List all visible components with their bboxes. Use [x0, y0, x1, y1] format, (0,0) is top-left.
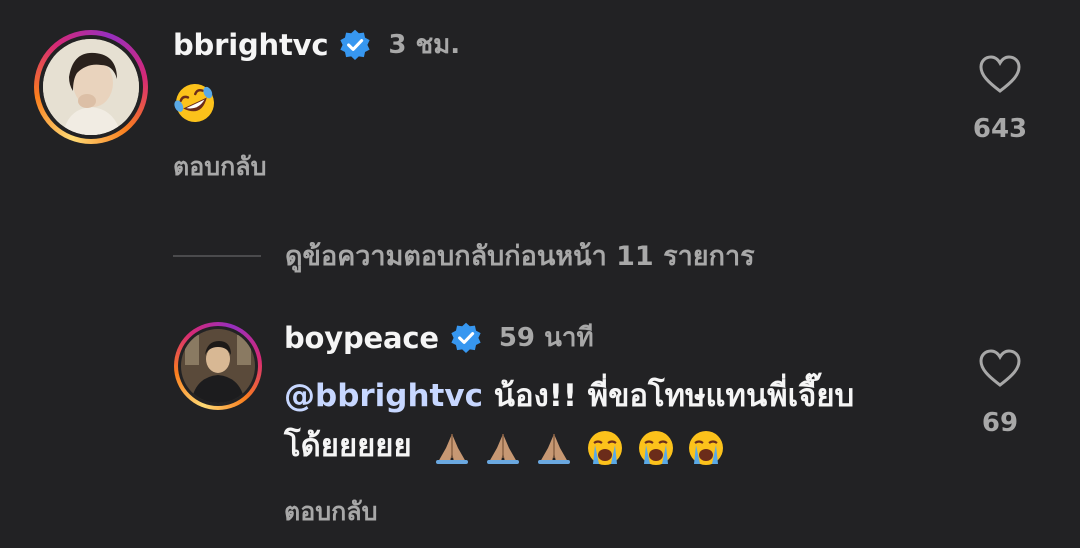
comment-line-2-text: โด้ยยยยย [284, 428, 412, 464]
folded-hands-emoji [487, 433, 520, 464]
comment-time: 3 ชม. [388, 30, 461, 60]
heart-outline-icon[interactable] [978, 54, 1022, 94]
like-button[interactable]: 69 [960, 348, 1040, 438]
loudly-crying-emoji [587, 430, 622, 465]
comment-line-1-text: น้อง!! พี่ขอโทษแทนพี่เจี๊ยบ [482, 378, 855, 414]
view-replies-label[interactable]: ดูข้อความตอบกลับก่อนหน้า 11 รายการ [285, 234, 755, 277]
profile-photo [43, 39, 139, 135]
verified-badge-icon [451, 322, 481, 353]
comment-header: bbrightvc 3 ชม. [173, 24, 460, 65]
divider-line [173, 254, 261, 257]
comment-text [173, 76, 217, 126]
like-button[interactable]: 643 [960, 54, 1040, 144]
profile-photo [181, 329, 255, 403]
rofl-emoji [174, 83, 214, 122]
view-previous-replies[interactable]: ดูข้อความตอบกลับก่อนหน้า 11 รายการ [173, 234, 755, 277]
comment-line-1: @bbrightvc น้อง!! พี่ขอโทษแทนพี่เจี๊ยบ [284, 371, 944, 421]
like-count: 643 [972, 114, 1028, 144]
emoji-group [432, 428, 726, 465]
reply-button[interactable]: ตอบกลับ [284, 492, 377, 532]
comment-text: @bbrightvc น้อง!! พี่ขอโทษแทนพี่เจี๊ยบ โ… [284, 371, 944, 471]
folded-hands-emoji [436, 433, 469, 464]
loudly-crying-emoji [638, 430, 673, 465]
comment-bbrightvc: bbrightvc 3 ชม. ตอบกลับ 643 [0, 0, 1080, 200]
avatar-boypeace[interactable] [174, 322, 262, 410]
avatar-bbrightvc[interactable] [34, 30, 148, 144]
comment-time: 59 นาที [498, 323, 594, 353]
username[interactable]: boypeace [284, 321, 439, 355]
folded-hands-emoji [538, 433, 570, 464]
comment-line-2: โด้ยยยยย [284, 421, 944, 471]
heart-outline-icon[interactable] [978, 348, 1022, 388]
mention-link[interactable]: @bbrightvc [284, 378, 483, 414]
verified-badge-icon [340, 29, 370, 60]
loudly-crying-emoji [689, 430, 724, 465]
comment-boypeace: boypeace 59 นาที @bbrightvc น้อง!! พี่ขอ… [0, 300, 1080, 548]
like-count: 69 [981, 408, 1019, 438]
comment-header: boypeace 59 นาที [284, 317, 594, 358]
reply-button[interactable]: ตอบกลับ [173, 147, 266, 187]
username[interactable]: bbrightvc [173, 28, 329, 62]
